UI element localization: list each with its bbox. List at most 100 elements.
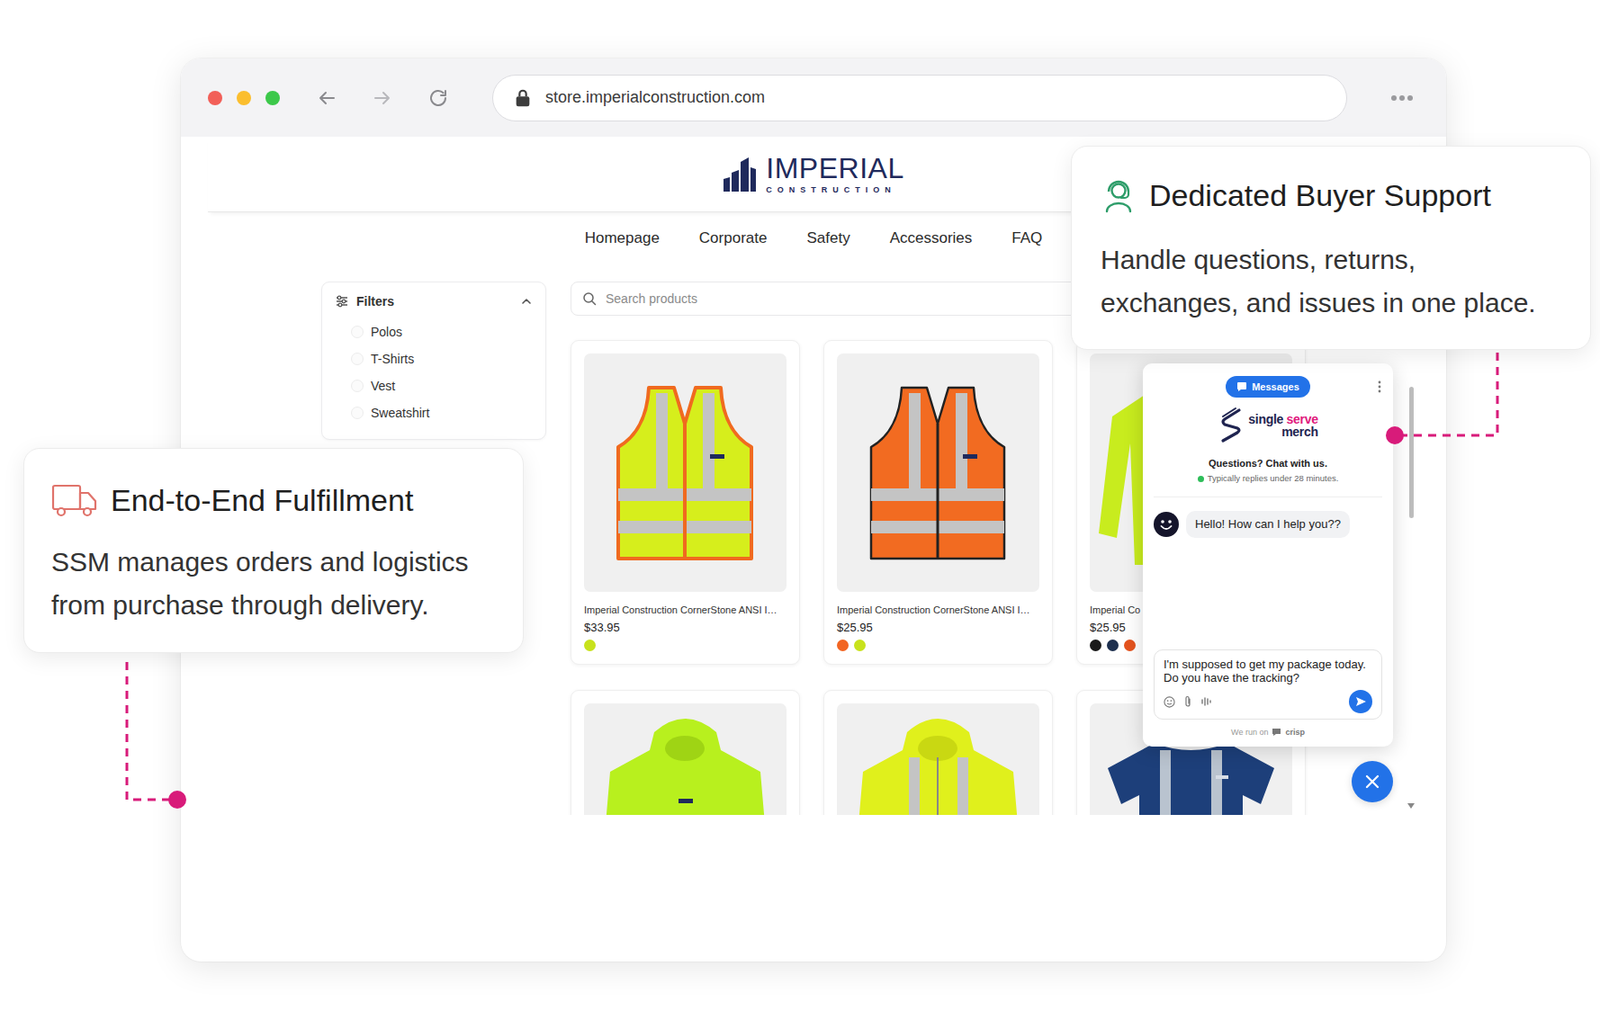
filters-title: Filters <box>356 294 395 309</box>
paperclip-icon[interactable] <box>1182 695 1194 709</box>
minimize-window-button[interactable] <box>236 90 252 106</box>
nav-link[interactable]: Safety <box>806 229 850 248</box>
send-button[interactable] <box>1348 690 1373 714</box>
maximize-window-button[interactable] <box>265 90 280 106</box>
scroll-down-arrow-icon[interactable] <box>1406 802 1416 810</box>
close-window-button[interactable] <box>207 90 223 106</box>
vest-photo[interactable] <box>584 353 787 593</box>
messages-tab[interactable]: Messages <box>1225 376 1311 398</box>
crisp-icon <box>1271 728 1282 738</box>
chat-status-text: Typically replies under 28 minutes. <box>1207 473 1340 485</box>
product-card[interactable] <box>570 690 800 816</box>
product-image[interactable] <box>836 353 1040 593</box>
chat-footer: We run oncrisp <box>1142 727 1394 738</box>
product-image[interactable] <box>836 703 1040 816</box>
callout-text-line: from purchase through delivery. <box>51 584 496 628</box>
callout-title: Dedicated Buyer Support <box>1149 177 1492 214</box>
product-name[interactable]: Imperial Construction CornerStone ANSI I… <box>836 604 1040 617</box>
product-card[interactable]: Imperial Construction CornerStone ANSI I… <box>823 340 1053 666</box>
navigation-buttons <box>315 87 450 109</box>
product-image[interactable] <box>584 703 787 816</box>
scrollbar-thumb[interactable] <box>1409 386 1414 519</box>
more-options-icon[interactable] <box>1390 94 1414 102</box>
filter-option[interactable]: Polos <box>334 318 533 346</box>
kebab-menu-icon[interactable] <box>1376 380 1383 394</box>
emoji-icon[interactable] <box>1163 696 1176 709</box>
window-controls <box>207 90 280 106</box>
filter-checkbox[interactable] <box>350 379 364 393</box>
agent-avatar-icon <box>1153 512 1179 538</box>
product-card[interactable] <box>823 690 1053 816</box>
audio-icon[interactable] <box>1200 696 1214 708</box>
close-x-icon <box>1364 773 1381 791</box>
send-arrow-icon <box>1354 695 1367 709</box>
nav-link[interactable]: FAQ <box>1011 229 1043 248</box>
hoodie-photo[interactable] <box>584 703 787 816</box>
hoodie-photo[interactable] <box>836 703 1040 816</box>
color-swatch[interactable] <box>1123 639 1136 652</box>
nav-link[interactable]: Accessories <box>889 229 973 248</box>
filter-option[interactable]: T-Shirts <box>334 345 533 373</box>
s-logo-icon <box>1217 406 1245 445</box>
color-swatch[interactable] <box>1106 639 1119 652</box>
product-image[interactable] <box>584 353 787 593</box>
chevron-icon[interactable] <box>520 295 533 308</box>
color-swatch[interactable] <box>853 639 866 652</box>
filter-option[interactable]: Sweatshirt <box>334 399 533 427</box>
headset-support-icon <box>1100 177 1137 214</box>
address-bar[interactable]: store.imperialconstruction.com <box>492 74 1348 122</box>
chat-bubble-icon <box>1236 381 1248 393</box>
chat-divider <box>1153 496 1383 498</box>
back-arrow-icon[interactable] <box>315 87 338 109</box>
filter-label: Sweatshirt <box>370 405 430 421</box>
sliders-icon <box>334 294 350 309</box>
footer-brand: crisp <box>1285 727 1305 738</box>
logo-text: IMPERIALCONSTRUCTION <box>765 153 904 196</box>
brand-accent: serve <box>1286 412 1319 427</box>
vest-photo[interactable] <box>836 353 1040 593</box>
nav-link[interactable]: Homepage <box>584 229 660 248</box>
filter-label: T-Shirts <box>370 351 414 367</box>
lock-icon <box>512 87 533 109</box>
brand-first: single <box>1248 412 1284 427</box>
filter-option[interactable]: Vest <box>334 372 533 400</box>
spacer <box>1142 538 1394 650</box>
filter-checkbox[interactable] <box>350 325 364 339</box>
search-icon <box>582 291 597 306</box>
color-swatch[interactable] <box>836 639 849 652</box>
chat-widget: Messages single servemerch Questions? Chat… <box>1142 363 1394 747</box>
callout-body: Handle questions, returns,exchanges, and… <box>1100 238 1562 325</box>
filter-checkbox[interactable] <box>350 352 364 366</box>
draft-text[interactable]: I'm supposed to get my package today. Do… <box>1163 657 1373 685</box>
chat-brand-logo: single servemerch <box>1142 406 1394 445</box>
chat-message: Hello! How can I help you?? <box>1142 511 1394 539</box>
buildings-logo-icon <box>722 156 757 193</box>
nav-link[interactable]: Corporate <box>699 229 768 248</box>
close-chat-button[interactable] <box>1351 761 1394 803</box>
filters-header[interactable]: Filters <box>334 293 533 310</box>
messages-tab-label: Messages <box>1251 380 1300 394</box>
filter-label: Vest <box>370 378 396 394</box>
online-status-dot <box>1197 476 1205 483</box>
refresh-icon[interactable] <box>427 87 450 109</box>
input-tools <box>1163 690 1373 714</box>
product-name[interactable]: Imperial Construction CornerStone ANSI I… <box>584 604 787 617</box>
callout-text-line: exchanges, and issues in one place. <box>1100 281 1562 325</box>
color-swatch[interactable] <box>1089 639 1102 652</box>
color-swatches <box>584 639 787 652</box>
brand-line: single serve <box>1248 413 1318 426</box>
message-input[interactable]: I'm supposed to get my package today. Do… <box>1153 649 1383 720</box>
filters-panel: Filters Polos T-Shirts Vest Sweatshirt <box>321 281 547 441</box>
color-swatch[interactable] <box>584 639 596 652</box>
product-card[interactable]: Imperial Construction CornerStone ANSI I… <box>570 340 800 666</box>
logo-tagline: CONSTRUCTION <box>765 184 897 196</box>
filter-checkbox[interactable] <box>350 406 364 420</box>
callout-title-row: End-to-End Fulfillment <box>51 482 496 519</box>
brand-second: merch <box>1281 425 1319 439</box>
forward-arrow-icon[interactable] <box>371 87 394 109</box>
product-price: $33.95 <box>584 620 787 636</box>
chat-heading: Questions? Chat with us. <box>1142 457 1394 470</box>
feature-callout: End-to-End FulfillmentSSM manages orders… <box>23 448 524 654</box>
callout-title-row: Dedicated Buyer Support <box>1100 177 1562 214</box>
color-swatches <box>836 639 1040 652</box>
